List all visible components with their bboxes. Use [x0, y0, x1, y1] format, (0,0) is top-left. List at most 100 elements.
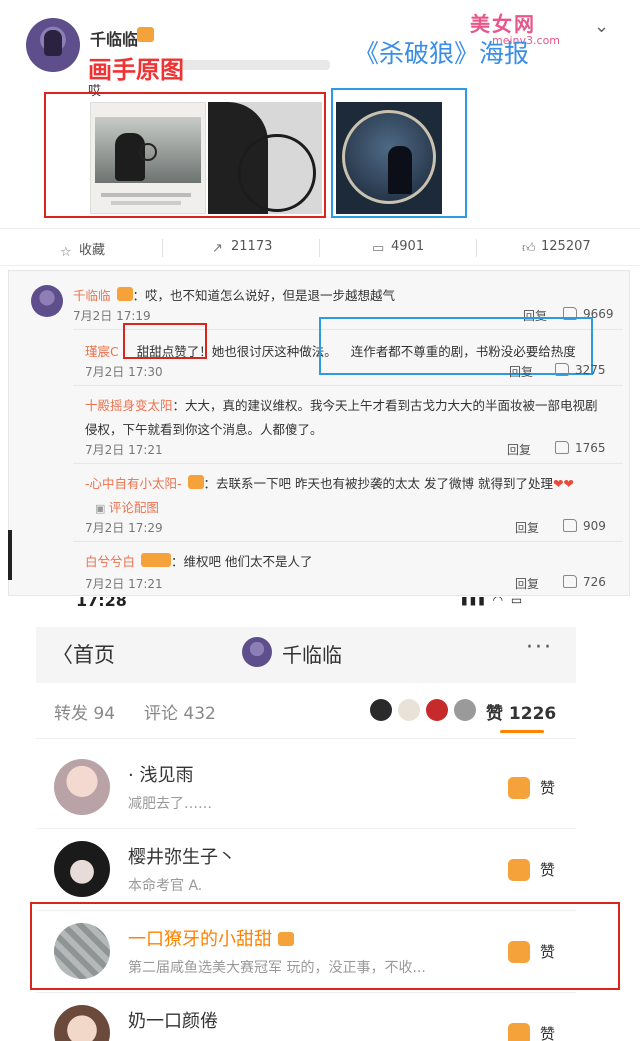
replier-name[interactable]: 白兮兮白: [85, 554, 135, 569]
nav-title: 千临临: [282, 643, 342, 667]
divider: [319, 239, 320, 257]
commenter-avatar[interactable]: [31, 285, 63, 317]
reply-like-count: 909: [583, 519, 606, 533]
reply-text: 她也很讨厌这种做法。: [211, 344, 337, 359]
watermark-logo: 美女网: [470, 12, 536, 36]
reply-date: 7月2日 17:29: [85, 521, 163, 535]
nav-avatar[interactable]: [242, 637, 272, 667]
reply-like-button[interactable]: 1765: [555, 441, 606, 455]
thumbs-up-icon: [555, 363, 569, 376]
status-time: 17:28: [76, 597, 127, 610]
chevron-left-icon: 〈: [52, 643, 73, 667]
scroll-indicator: [8, 530, 12, 580]
vip-badge-icon: [187, 475, 204, 489]
like-label: 赞: [540, 779, 556, 797]
comment-main: 千临临 ：哎，也不知道怎么说好，但是退一步越想越气: [73, 285, 395, 304]
annotation-original-art: 画手原图: [88, 56, 184, 84]
user-avatar[interactable]: [54, 841, 110, 897]
replier-name[interactable]: -心中自有小太阳-: [85, 476, 182, 491]
comment-count: 4901: [391, 239, 425, 254]
user-name[interactable]: 奶一口颜倦: [128, 1007, 218, 1033]
thumbs-up-icon: [563, 575, 577, 588]
like-count: 125207: [541, 239, 591, 254]
author-name[interactable]: 千临临: [90, 26, 138, 50]
back-button[interactable]: 〈首页: [52, 639, 115, 669]
reply-button[interactable]: 回复: [509, 363, 533, 380]
comment-date: 7月2日 17:19: [73, 309, 151, 323]
nav-bar: 〈首页 千临临 ···: [36, 627, 576, 683]
reply-like-button[interactable]: 3275: [555, 363, 606, 377]
like-badge-icon: [508, 859, 530, 881]
reply-item: 十殿摇身变太阳：大大，真的建议维权。我今天上午才看到古戈力大大的半面妆被一部电视…: [85, 395, 598, 414]
red-highlight-frame: [123, 323, 207, 359]
divider: [73, 541, 623, 542]
tab-comments[interactable]: 评论 432: [144, 699, 216, 724]
blue-highlight-frame: [319, 317, 593, 375]
red-highlight-frame: [44, 92, 326, 218]
user-avatar[interactable]: [54, 759, 110, 815]
thumbs-up-icon: [563, 519, 577, 532]
like-button[interactable]: 👍︎ 125207: [522, 239, 591, 255]
divider: [476, 239, 477, 257]
weibo-post-panel: 千临临 美女网 meinv3.com ⌄ 画手原图 《杀破狼》海报 哎 ☆ 收藏 …: [0, 0, 640, 597]
reply-text-continued: 侵权，下午就看到你这个消息。人都傻了。: [85, 422, 323, 437]
post-action-bar: ☆ 收藏 ↗ 21173 ▭ 4901 👍︎ 125207: [0, 228, 640, 266]
user-avatar[interactable]: [54, 1005, 110, 1041]
reply-button[interactable]: 回复: [515, 519, 539, 536]
user-description: 本命考官 A.: [128, 878, 203, 894]
comment-text: ：哎，也不知道怎么说好，但是退一步越想越气: [132, 288, 396, 303]
reply-like-count: 726: [583, 575, 606, 589]
like-label: 赞: [540, 1025, 556, 1041]
star-icon: ☆: [60, 245, 72, 260]
replier-name[interactable]: 十殿摇身变太阳: [85, 398, 173, 413]
reply-date: 7月2日 17:21: [85, 443, 163, 457]
reply-button[interactable]: 回复: [507, 441, 531, 458]
favorite-button[interactable]: ☆ 收藏: [60, 239, 105, 259]
user-name[interactable]: · 浅见雨: [128, 761, 193, 787]
reply-text: ：去联系一下吧 昨天也有被抄袭的太太 发了微博 就得到了处理: [203, 476, 553, 491]
liker-avatar[interactable]: [454, 699, 476, 721]
reply-text: ：维权吧 他们太不是人了: [171, 554, 313, 569]
commenter-name[interactable]: 千临临: [73, 288, 111, 303]
author-avatar[interactable]: [26, 18, 80, 72]
liker-row[interactable]: 樱井弥生子丶 本命考官 A. 赞: [36, 829, 576, 911]
more-icon[interactable]: ···: [526, 635, 553, 660]
active-tab-indicator: [500, 730, 544, 733]
thumbs-up-icon: 👍︎: [522, 241, 536, 256]
liker-avatar[interactable]: [398, 699, 420, 721]
interaction-tabs: 转发 94 评论 432 赞 1226: [36, 683, 576, 739]
status-icons: ▮▮▮ ◠ ▭: [461, 597, 525, 607]
tab-likes[interactable]: 赞 1226: [486, 699, 556, 724]
repost-button[interactable]: ↗ 21173: [212, 239, 272, 255]
annotation-poster: 《杀破狼》海报: [354, 39, 530, 68]
reply-like-button[interactable]: 909: [563, 519, 606, 533]
tab-reposts[interactable]: 转发 94: [54, 699, 115, 724]
user-description: 减肥去了……: [128, 796, 212, 812]
reply-item: -心中自有小太阳- ：去联系一下吧 昨天也有被抄袭的太太 发了微博 就得到了处理❤…: [85, 473, 574, 492]
replier-name[interactable]: 瑾宸C: [85, 344, 119, 359]
liker-avatar[interactable]: [426, 699, 448, 721]
chevron-down-icon[interactable]: ⌄: [594, 16, 609, 37]
comment-button[interactable]: ▭ 4901: [372, 239, 424, 255]
back-label: 首页: [73, 643, 115, 667]
liker-avatar[interactable]: [370, 699, 392, 721]
blue-highlight-frame: [331, 88, 467, 218]
reply-like-button[interactable]: 726: [563, 575, 606, 589]
like-badge-icon: [508, 777, 530, 799]
liker-row[interactable]: 奶一口颜倦 赞: [36, 993, 576, 1041]
comments-section: 千临临 ：哎，也不知道怎么说好，但是退一步越想越气 7月2日 17:19 回复 9…: [8, 270, 630, 596]
comment-picture-link[interactable]: ▣ 评论配图: [95, 497, 159, 516]
blurred-text: [180, 60, 330, 70]
repost-count: 21173: [231, 239, 273, 254]
reply-button[interactable]: 回复: [515, 575, 539, 592]
comment-picture-label: 评论配图: [108, 500, 159, 515]
thumbs-up-icon: [555, 441, 569, 454]
heart-emoji-icon: ❤❤: [552, 476, 574, 491]
liker-row[interactable]: · 浅见雨 减肥去了…… 赞: [36, 747, 576, 829]
vip-badge-icon: [116, 287, 133, 301]
user-name[interactable]: 樱井弥生子丶: [128, 843, 236, 869]
red-highlight-frame: [30, 902, 620, 990]
comment-icon: ▭: [372, 241, 385, 256]
reply-like-count: 1765: [575, 441, 606, 455]
divider: [73, 463, 623, 464]
